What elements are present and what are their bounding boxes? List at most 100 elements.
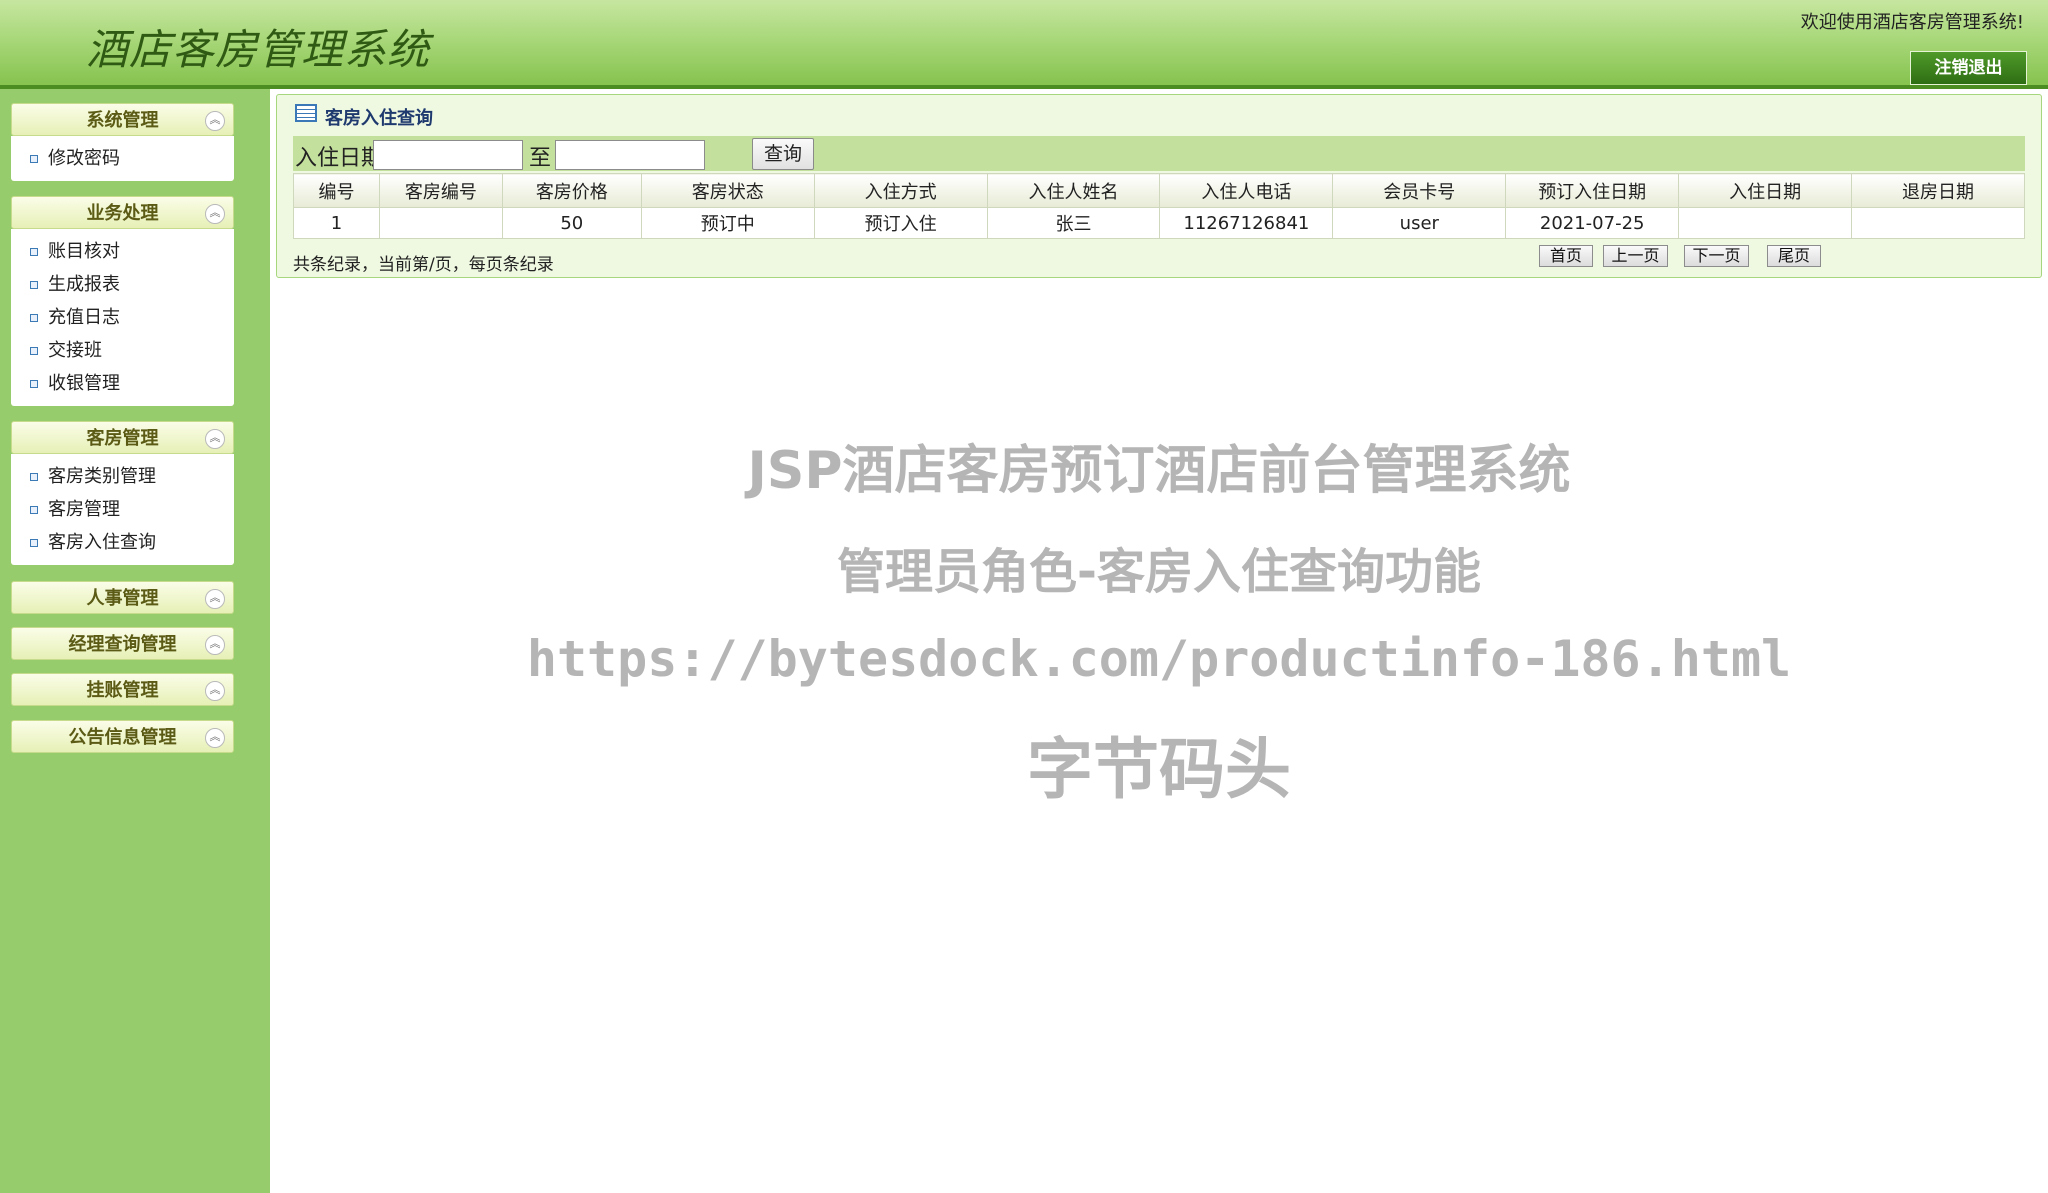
menu-head-system[interactable]: 系统管理 ︽ [11,103,234,136]
watermark-line-4: 字节码头 [1027,731,1291,808]
sidebar-item-change-password[interactable]: 修改密码 [11,142,234,175]
table-cell: 张三 [986,207,1161,239]
search-bar: 入住日期 至 查询 [293,136,2025,171]
sidebar-item-label: 修改密码 [48,148,120,169]
menu-head-label: 挂账管理 [86,680,159,701]
menu-group-system: 系统管理 ︽ 修改密码 [11,103,234,181]
chevron-up-icon[interactable]: ︽ [205,635,225,655]
sidebar-item-label: 生成报表 [48,274,120,295]
column-header: 客房状态 [640,173,815,208]
menu-head-label: 经理查询管理 [68,634,177,655]
query-button[interactable]: 查询 [752,138,814,170]
column-header: 客房价格 [501,173,642,208]
bullet-icon [30,281,38,289]
column-header: 退房日期 [1851,173,2025,208]
sidebar: 系统管理 ︽ 修改密码 业务处理 ︽ 账目核对 生成报表 充值日志 交接班 收银… [0,89,270,1193]
table-cell: 50 [501,207,642,239]
table-icon [295,104,317,122]
menu-body: 账目核对 生成报表 充值日志 交接班 收银管理 [11,229,234,406]
menu-group-credit: 挂账管理 ︽ [11,673,234,706]
sidebar-item-label: 收银管理 [48,373,120,394]
watermark-line-1: JSP酒店客房预订酒店前台管理系统 [747,441,1571,501]
menu-head-label: 系统管理 [86,110,159,131]
menu-head-label: 业务处理 [86,203,159,224]
sidebar-item-label: 客房管理 [48,499,120,520]
checkin-date-from-input[interactable] [373,140,523,170]
menu-head-rooms[interactable]: 客房管理 ︽ [11,421,234,454]
menu-head-business[interactable]: 业务处理 ︽ [11,196,234,229]
menu-head-label: 人事管理 [86,588,159,609]
chevron-up-icon[interactable]: ︽ [205,429,225,449]
sidebar-item-label: 客房类别管理 [48,466,156,487]
table-row: 1 50 预订中 预订入住 张三 11267126841 user 2021-0… [293,207,2025,239]
column-header: 编号 [293,173,380,208]
logout-button[interactable]: 注销退出 [1910,51,2027,85]
date-label: 入住日期 [295,146,384,171]
table-header-row: 编号 客房编号 客房价格 客房状态 入住方式 入住人姓名 入住人电话 会员卡号 … [293,173,2025,208]
sidebar-item-checkin-query[interactable]: 客房入住查询 [11,526,234,559]
sidebar-item-reports[interactable]: 生成报表 [11,268,234,301]
column-header: 预订入住日期 [1505,173,1680,208]
sidebar-item-label: 客房入住查询 [48,532,156,553]
menu-body: 修改密码 [11,136,234,181]
sidebar-item-account-check[interactable]: 账目核对 [11,235,234,268]
to-label: 至 [529,146,552,171]
sidebar-item-shift-handover[interactable]: 交接班 [11,334,234,367]
menu-head-credit[interactable]: 挂账管理 ︽ [11,673,234,706]
app-title: 酒店客房管理系统 [86,25,431,74]
last-page-button[interactable]: 尾页 [1767,245,1821,267]
table-cell [1851,207,2025,239]
chevron-up-icon[interactable]: ︽ [205,204,225,224]
table-cell: 11267126841 [1159,207,1334,239]
chevron-up-icon[interactable]: ︽ [205,589,225,609]
welcome-text: 欢迎使用酒店客房管理系统! [1800,12,2024,33]
menu-head-manager-query[interactable]: 经理查询管理 ︽ [11,627,234,660]
menu-head-notices[interactable]: 公告信息管理 ︽ [11,720,234,753]
table-cell [1678,207,1853,239]
watermark-line-2: 管理员角色-客房入住查询功能 [837,544,1481,600]
menu-group-hr: 人事管理 ︽ [11,581,234,614]
sidebar-item-room-management[interactable]: 客房管理 [11,493,234,526]
checkin-table: 编号 客房编号 客房价格 客房状态 入住方式 入住人姓名 入住人电话 会员卡号 … [293,173,2025,239]
sidebar-item-recharge-log[interactable]: 充值日志 [11,301,234,334]
menu-group-notices: 公告信息管理 ︽ [11,720,234,753]
table-cell: 2021-07-25 [1505,207,1680,239]
table-cell: 预订入住 [813,207,988,239]
bullet-icon [30,380,38,388]
column-header: 入住人姓名 [986,173,1161,208]
column-header: 入住日期 [1678,173,1853,208]
menu-head-label: 客房管理 [86,428,159,449]
sidebar-item-label: 账目核对 [48,241,120,262]
first-page-button[interactable]: 首页 [1539,245,1593,267]
column-header: 入住人电话 [1159,173,1334,208]
menu-group-rooms: 客房管理 ︽ 客房类别管理 客房管理 客房入住查询 [11,421,234,565]
bullet-icon [30,155,38,163]
column-header: 客房编号 [378,173,503,208]
chevron-up-icon[interactable]: ︽ [205,681,225,701]
bullet-icon [30,314,38,322]
sidebar-item-cashier[interactable]: 收银管理 [11,367,234,400]
prev-page-button[interactable]: 上一页 [1603,245,1668,267]
menu-group-manager-query: 经理查询管理 ︽ [11,627,234,660]
table-cell: 1 [293,207,380,239]
table-cell: user [1332,207,1507,239]
watermark-line-3: https://bytesdock.com/productinfo-186.ht… [526,630,1792,688]
table-cell [378,207,503,239]
column-header: 入住方式 [813,173,988,208]
bullet-icon [30,347,38,355]
sidebar-item-room-category[interactable]: 客房类别管理 [11,460,234,493]
sidebar-item-label: 充值日志 [48,307,120,328]
pager-summary: 共条纪录，当前第/页，每页条纪录 [293,255,554,275]
chevron-up-icon[interactable]: ︽ [205,111,225,131]
menu-head-hr[interactable]: 人事管理 ︽ [11,581,234,614]
checkin-date-to-input[interactable] [555,140,705,170]
bullet-icon [30,506,38,514]
sidebar-item-label: 交接班 [48,340,102,361]
menu-head-label: 公告信息管理 [68,727,177,748]
bullet-icon [30,248,38,256]
table-cell: 预订中 [640,207,815,239]
bullet-icon [30,539,38,547]
checkin-query-panel: 客房入住查询 入住日期 至 查询 编号 客房编号 客房价格 客房状态 入住方式 … [276,94,2042,278]
chevron-up-icon[interactable]: ︽ [205,728,225,748]
next-page-button[interactable]: 下一页 [1684,245,1749,267]
